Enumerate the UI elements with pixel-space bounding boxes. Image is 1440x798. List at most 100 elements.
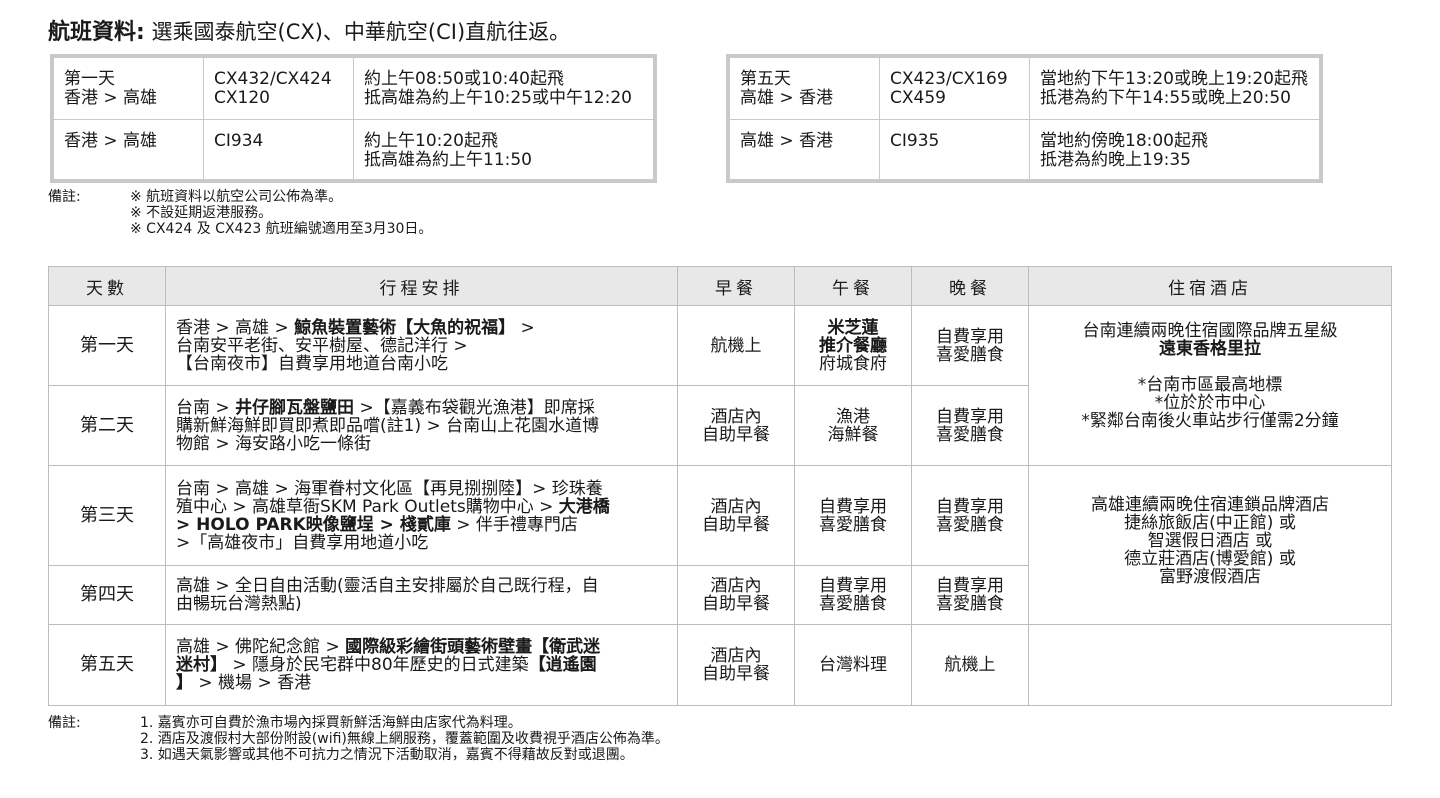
- hotel-name: 遠東香格里拉: [1159, 339, 1261, 359]
- header-breakfast: 早餐: [677, 266, 795, 306]
- dinner-cell: 自費享用 喜愛膳食: [911, 465, 1029, 566]
- breakfast-cell: 酒店內 自助早餐: [677, 565, 795, 625]
- dinner-cell: 自費享用 喜愛膳食: [911, 565, 1029, 625]
- schedule-text: >「高雄夜市」自費享用地道小吃: [176, 532, 429, 553]
- breakfast-cell: 酒店內 自助早餐: [677, 465, 795, 566]
- schedule-text: 台南 > 高雄 > 海軍眷村文化區【再見捌捌陸】> 珍珠養: [176, 478, 603, 499]
- schedule-line: 迷村】 > 隱身於民宅群中80年歷史的日式建築【逍遙園: [176, 656, 671, 674]
- header-hotel: 住宿酒店: [1028, 266, 1392, 306]
- header-lunch: 午餐: [794, 266, 912, 306]
- cell-line: 自費享用: [936, 406, 1004, 427]
- schedule-text: 物館 > 海安路小吃一條街: [176, 433, 372, 454]
- cell-line: 台灣料理: [819, 655, 887, 675]
- flight-time-cell: 約上午08:50或10:40起飛 抵高雄為約上午10:25或中午12:20: [353, 57, 654, 120]
- hotel-cell-tainan: 台南連續兩晚住宿國際品牌五星級 遠東香格里拉 *台南市區最高地標 *位於於市中心 *緊鄰…: [1028, 305, 1392, 466]
- hotel-line: 富野渡假酒店: [1159, 567, 1261, 587]
- schedule-text: 香港 > 高雄 >: [176, 317, 295, 338]
- flight-info-title: 航班資料: 選乘國泰航空(CX)、中華航空(CI)直航往返。: [48, 14, 570, 46]
- itinerary-row: 第一天 香港 > 高雄 > 鯨魚裝置藝術【大魚的祝福】 > 台南安平老街、安平樹屋、…: [48, 305, 1392, 466]
- flight-note-line: ※ 航班資料以航空公司公佈為準。: [130, 189, 343, 205]
- schedule-line: 購新鮮海鮮即買即煮即品嚐(註1) > 台南山上花園水道博: [176, 417, 671, 435]
- hotel-line: 智選假日酒店 或: [1147, 531, 1273, 551]
- schedule-text: 由暢玩台灣熱點): [176, 594, 302, 614]
- schedule-text: 國際級彩繪街頭藝術壁畫【衛武迷: [345, 637, 601, 657]
- schedule-line: 高雄 > 全日自由活動(靈活自主安排屬於自己既行程，自: [176, 577, 671, 595]
- flight-number-cell: CX423/CX169 CX459: [879, 57, 1030, 120]
- breakfast-cell: 酒店內 自助早餐: [677, 385, 795, 466]
- breakfast-cell: 航機上: [677, 305, 795, 386]
- cell-line: 府城食府: [819, 353, 887, 374]
- itinerary-note-line: 1. 嘉賓亦可自費於漁市場內採買新鮮活海鮮由店家代為料理。: [140, 715, 522, 731]
- hotel-point: *位於於市中心: [1154, 393, 1266, 413]
- dinner-cell: 航機上: [911, 624, 1029, 706]
- hotel-cell-kaohsiung: 高雄連續兩晚住宿連鎖品牌酒店 捷絲旅飯店(中正館) 或智選假日酒店 或德立莊酒店(…: [1028, 465, 1392, 625]
- cell-line: 喜愛膳食: [936, 344, 1004, 365]
- schedule-text: > 伴手禮專門店: [450, 514, 578, 535]
- schedule-text: > 機場 > 香港: [193, 673, 312, 693]
- flight-day-cell: 香港 > 高雄: [53, 119, 204, 180]
- flight-time-cell: 當地約傍晚18:00起飛 抵港為約晚上19:35: [1029, 119, 1320, 180]
- itinerary-header-row: 天數 行程安排 早餐 午餐 晚餐 住宿酒店: [48, 266, 1392, 306]
- lunch-cell: 米芝蓮 推介餐廳 府城食府: [794, 305, 912, 386]
- schedule-line: 台南 > 高雄 > 海軍眷村文化區【再見捌捌陸】> 珍珠養: [176, 480, 671, 498]
- schedule-text: 鯨魚裝置藝術【大魚的祝福】: [294, 317, 516, 338]
- schedule-line: 台南安平老街、安平樹屋、德記洋行 >: [176, 337, 671, 355]
- schedule-line: 】 > 機場 > 香港: [176, 674, 671, 692]
- itinerary-note-line: 3. 如遇天氣影響或其他不可抗力之情況下活動取消，嘉賓不得藉故反對或退團。: [140, 747, 634, 763]
- flight-number-cell: CX432/CX424 CX120: [203, 57, 354, 120]
- schedule-line: 香港 > 高雄 > 鯨魚裝置藝術【大魚的祝福】 >: [176, 319, 671, 337]
- lunch-cell: 台灣料理: [794, 624, 912, 706]
- hotel-tainan-info: 台南連續兩晚住宿國際品牌五星級 遠東香格里拉 *台南市區最高地標 *位於於市中心 *緊鄰…: [1035, 306, 1385, 430]
- cell-line: 喜愛膳食: [819, 514, 887, 535]
- cell-line: 海鮮餐: [827, 424, 879, 445]
- schedule-cell: 台南 > 井仔腳瓦盤鹽田 >【嘉義布袋觀光漁港】即席採 購新鮮海鮮即買即煮即品嚐(…: [165, 385, 678, 466]
- schedule-cell: 高雄 > 佛陀紀念館 > 國際級彩繪街頭藝術壁畫【衛武迷 迷村】 > 隱身於民宅群…: [165, 624, 678, 706]
- flight-row: 第一天 香港 > 高雄 CX432/CX424 CX120 約上午08:50或10:…: [53, 57, 654, 120]
- flight-notes: 備註: ※ 航班資料以航空公司公佈為準。 ※ 不設延期返港服務。 ※ CX424…: [48, 189, 548, 239]
- hotel-kaohsiung-info: 高雄連續兩晚住宿連鎖品牌酒店 捷絲旅飯店(中正館) 或智選假日酒店 或德立莊酒店(…: [1035, 466, 1385, 586]
- header-schedule: 行程安排: [165, 266, 678, 306]
- schedule-text: 台南安平老街、安平樹屋、德記洋行 >: [176, 335, 468, 356]
- cell-line: 自助早餐: [702, 664, 770, 684]
- schedule-text: 購新鮮海鮮即買即煮即品嚐(註1) > 台南山上花園水道博: [176, 415, 600, 436]
- hotel-line: 德立莊酒店(博愛館) 或: [1124, 549, 1296, 569]
- cell-line: 自費享用: [936, 576, 1004, 596]
- flight-row: 香港 > 高雄 CI934 約上午10:20起飛 抵高雄為約上午11:50: [53, 119, 654, 180]
- cell-line: 酒店內: [710, 646, 762, 666]
- schedule-text: 台南 >: [176, 397, 236, 418]
- schedule-cell: 香港 > 高雄 > 鯨魚裝置藝術【大魚的祝福】 > 台南安平老街、安平樹屋、德記洋…: [165, 305, 678, 386]
- flight-day-cell: 高雄 > 香港: [729, 119, 880, 180]
- flight-table-return: 第五天 高雄 > 香港 CX423/CX169 CX459 當地約下午13:20或晚…: [726, 54, 1323, 183]
- schedule-text: 殖中心 > 高雄草衙SKM Park Outlets購物中心 >: [176, 496, 559, 517]
- cell-line: 自助早餐: [702, 594, 770, 614]
- cell-line: 喜愛膳食: [819, 594, 887, 614]
- lunch-cell: 漁港 海鮮餐: [794, 385, 912, 466]
- schedule-text: 】: [176, 673, 193, 693]
- breakfast-cell: 酒店內 自助早餐: [677, 624, 795, 706]
- itinerary-note-line: 2. 酒店及渡假村大部份附設(wifi)無線上網服務，覆蓋範圍及收費視乎酒店公佈…: [140, 731, 669, 747]
- hotel-line: 捷絲旅飯店(中正館) 或: [1124, 513, 1296, 533]
- schedule-line: 由暢玩台灣熱點): [176, 595, 671, 613]
- day-cell: 第一天: [48, 305, 166, 386]
- cell-line: 自助早餐: [702, 424, 770, 445]
- hotel-point: *台南市區最高地標: [1137, 375, 1283, 395]
- schedule-line: 殖中心 > 高雄草衙SKM Park Outlets購物中心 > 大港橋: [176, 498, 671, 516]
- itinerary-row: 第五天 高雄 > 佛陀紀念館 > 國際級彩繪街頭藝術壁畫【衛武迷 迷村】 > 隱身於…: [48, 624, 1392, 706]
- schedule-text: > 隱身於民宅群中80年歷史的日式建築: [227, 655, 529, 675]
- lunch-cell: 自費享用 喜愛膳食: [794, 465, 912, 566]
- cell-line: 自助早餐: [702, 514, 770, 535]
- flight-row: 高雄 > 香港 CI935 當地約傍晚18:00起飛 抵港為約晚上19:35: [729, 119, 1320, 180]
- flight-time-cell: 當地約下午13:20或晚上19:20起飛 抵港為約下午14:55或晚上20:50: [1029, 57, 1320, 120]
- schedule-text: >【嘉義布袋觀光漁港】即席採: [354, 397, 595, 418]
- cell-line: 酒店內: [710, 576, 762, 596]
- schedule-line: > HOLO PARK映像鹽埕 > 棧貳庫 > 伴手禮專門店: [176, 516, 671, 534]
- schedule-line: 高雄 > 佛陀紀念館 > 國際級彩繪街頭藝術壁畫【衛武迷: [176, 638, 671, 656]
- flight-time-cell: 約上午10:20起飛 抵高雄為約上午11:50: [353, 119, 654, 180]
- schedule-line: 物館 > 海安路小吃一條街: [176, 435, 671, 453]
- cell-line: 米芝蓮: [827, 317, 879, 338]
- cell-line: 喜愛膳食: [936, 594, 1004, 614]
- cell-line: 自費享用: [936, 496, 1004, 517]
- itinerary-notes: 備註: 1. 嘉賓亦可自費於漁市場內採買新鮮活海鮮由店家代為料理。 2. 酒店及…: [48, 715, 808, 767]
- flight-notes-label: 備註:: [48, 189, 81, 205]
- schedule-line: 台南 > 井仔腳瓦盤鹽田 >【嘉義布袋觀光漁港】即席採: [176, 399, 671, 417]
